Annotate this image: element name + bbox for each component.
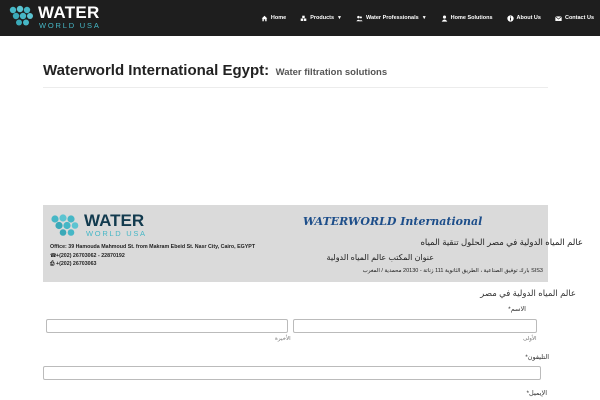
banner-logo: WATER WORLD USA — [50, 212, 150, 240]
arabic-tagline: عالم المياه الدولية في مصر الحلول تنقية … — [420, 237, 583, 247]
email-label: الإيميل* — [526, 390, 548, 397]
nav-water-professionals-label: Water Professionals — [366, 15, 419, 21]
logo-subtitle: WORLD USA — [39, 21, 101, 30]
user-icon — [441, 15, 447, 22]
logo-word: WATER — [38, 3, 100, 22]
arabic-office-title: عنوان المكتب عالم المياه الدولية — [326, 253, 434, 262]
office-address: Office: 39 Hamouda Mahmoud St. from Makr… — [50, 244, 256, 250]
fax-number: +(202) 26703063 — [56, 261, 97, 267]
nav-contact-us-label: Contact Us — [564, 15, 594, 21]
title-divider — [43, 87, 548, 88]
chevron-down-icon: ▼ — [337, 15, 342, 21]
cubes-icon — [300, 15, 307, 21]
page-title-sub: Water filtration solutions — [275, 67, 388, 78]
phone-numbers: +(202) 26703062 - 22870192 — [56, 252, 125, 259]
phone-input[interactable] — [43, 366, 541, 380]
nav-products[interactable]: Products ▼ — [300, 15, 342, 22]
form-title: عالم المياه الدولية في مصر — [480, 288, 576, 298]
main-nav: Home Products ▼ Water Professionals ▼ Ho… — [247, 0, 594, 36]
top-navigation-bar: WATER WORLD USA Home Products ▼ Water Pr… — [0, 0, 600, 36]
water-drops-logo-icon — [9, 5, 33, 26]
banner-logo-subtitle: WORLD USA — [86, 229, 147, 238]
arabic-address: SIS3 بارك توفيق الصناعية ، الطريق الثانو… — [362, 268, 543, 274]
page-title: Waterworld International Egypt: Water fi… — [43, 62, 387, 80]
banner-logo-word: WATER — [84, 211, 145, 230]
users-icon — [356, 15, 363, 21]
brand-name: WATERWORLD International — [303, 215, 483, 228]
nav-water-professionals[interactable]: Water Professionals ▼ — [356, 15, 427, 22]
name-label: الاسم* — [508, 306, 526, 313]
envelope-icon — [555, 15, 562, 21]
nav-home[interactable]: Home — [261, 15, 286, 22]
chevron-down-icon: ▼ — [421, 15, 427, 21]
nav-home-label: Home — [270, 15, 287, 21]
water-drops-logo-icon — [51, 214, 79, 236]
nav-contact-us[interactable]: Contact Us — [555, 15, 594, 22]
company-banner: WATER WORLD USA Office: 39 Hamouda Mahmo… — [43, 205, 583, 282]
site-logo[interactable]: WATER WORLD USA — [8, 3, 118, 33]
first-name-sublabel: الأولى — [523, 336, 537, 342]
nav-products-label: Products — [310, 15, 335, 21]
info-icon — [506, 14, 514, 22]
nav-home-solutions[interactable]: Home Solutions — [441, 15, 493, 22]
phone-label: التليفون* — [525, 354, 549, 361]
nav-home-solutions-label: Home Solutions — [450, 15, 493, 21]
first-name-input[interactable] — [293, 319, 537, 333]
nav-about-us[interactable]: About Us — [506, 14, 541, 22]
last-name-sublabel: الأخيرة — [275, 336, 291, 342]
page-title-main: Waterworld International Egypt: — [43, 62, 270, 79]
nav-about-us-label: About Us — [516, 15, 541, 21]
contact-details: Office: 39 Hamouda Mahmoud St. from Makr… — [50, 243, 255, 269]
last-name-input[interactable] — [46, 319, 288, 333]
home-icon — [261, 15, 268, 21]
